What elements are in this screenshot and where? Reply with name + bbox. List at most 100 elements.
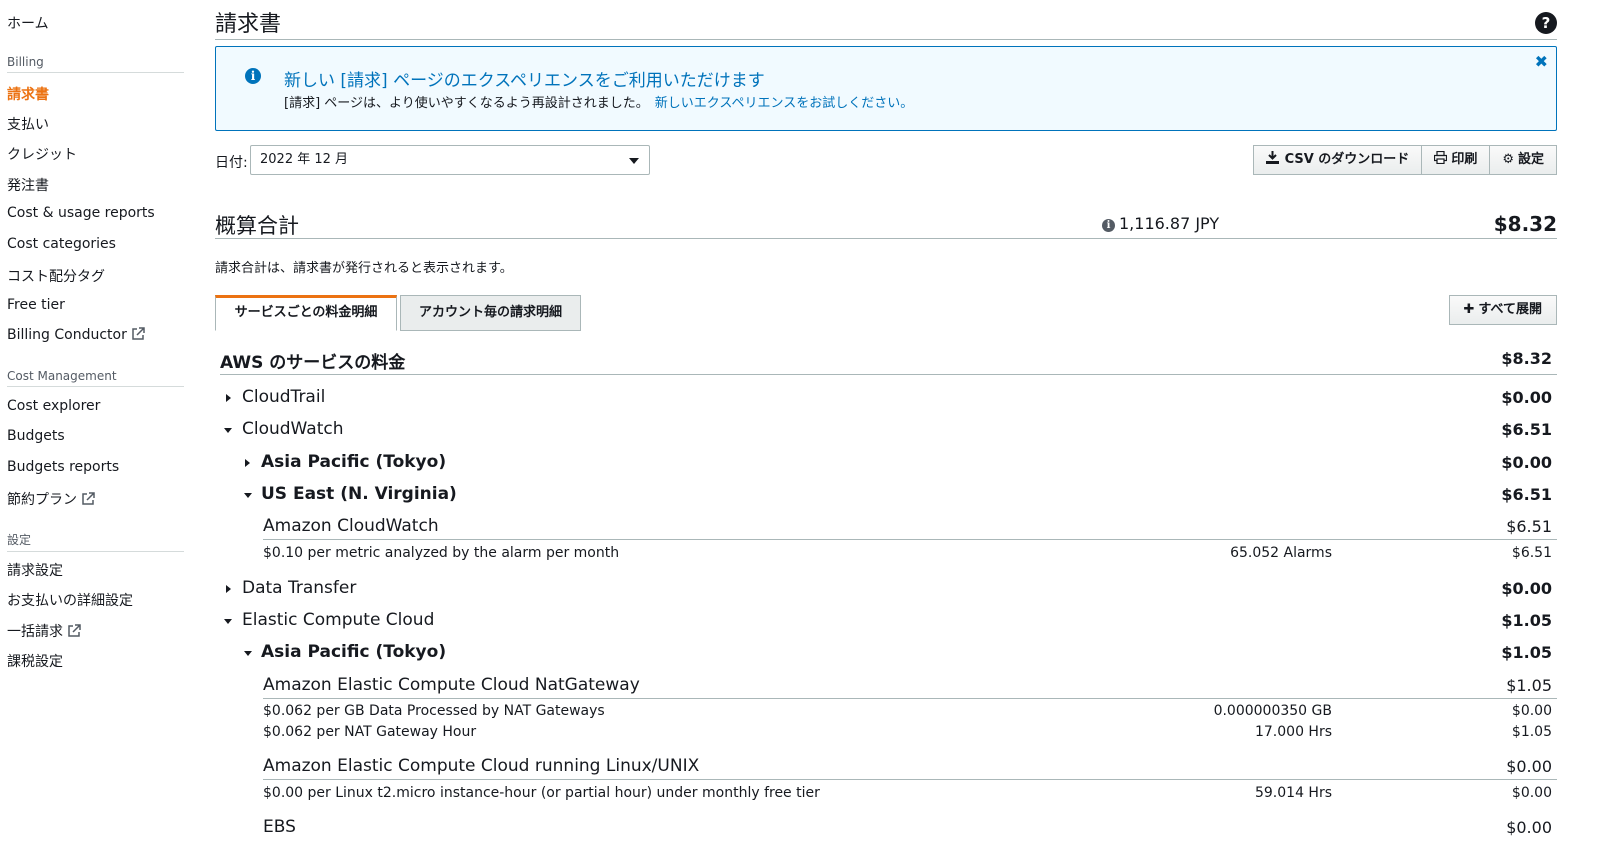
total-usd: $8.32 (1493, 212, 1557, 236)
total-note: 請求合計は、請求書が発行されると表示されます。 (215, 261, 513, 276)
sidebar-item-label: Budgets (7, 428, 65, 444)
sidebar-item-label: 課税設定 (7, 654, 63, 670)
toolbar-buttons: CSV のダウンロード 印刷 ⚙ 設定 (1252, 145, 1557, 175)
try-new-experience-link[interactable]: 新しいエクスペリエンスをお試しください。 (655, 96, 913, 111)
service-label: CloudTrail (242, 387, 326, 407)
sidebar-item-label: 一括請求 (7, 624, 63, 640)
external-link-icon (82, 492, 95, 505)
banner-text: [請求] ページは、より使いやすくなるよう再設計されました。 新しいエクスペリエン… (284, 92, 913, 111)
sidebar-item-payment-preferences[interactable]: お支払いの詳細設定 (7, 590, 133, 610)
banner-message: [請求] ページは、より使いやすくなるよう再設計されました。 (284, 96, 649, 111)
total-jpy: i 1,116.87 JPY (1102, 214, 1219, 233)
sidebar-section-settings: 設定 (7, 531, 184, 552)
divider (215, 238, 1557, 239)
line-item-amount: $0.00 (1511, 785, 1552, 801)
caret-right-icon (245, 459, 250, 467)
caret-right-icon (226, 585, 231, 593)
caret-down-icon (244, 493, 252, 498)
sidebar-item-billing-conductor[interactable]: Billing Conductor (7, 327, 145, 343)
help-icon[interactable]: ? (1535, 12, 1557, 34)
sidebar-item-savings-plans[interactable]: 節約プラン (7, 489, 95, 509)
date-label: 日付: (215, 155, 248, 171)
sidebar-item-label: 支払い (7, 117, 49, 133)
chevron-down-icon (629, 158, 639, 164)
caret-down-icon (224, 428, 232, 433)
sidebar-item-cost-allocation-tags[interactable]: コスト配分タグ (7, 266, 105, 286)
line-item-quantity: 17.000 Hrs (1254, 724, 1332, 740)
sidebar-item-label: お支払いの詳細設定 (7, 593, 133, 609)
sidebar-item-cost-explorer[interactable]: Cost explorer (7, 398, 100, 414)
print-icon (1434, 151, 1448, 164)
line-item-amount: $6.51 (1511, 545, 1552, 561)
divider (263, 779, 1557, 780)
service-amount: $1.05 (1501, 611, 1552, 630)
info-icon[interactable]: i (1102, 219, 1115, 232)
settings-label: 設定 (1517, 152, 1544, 167)
plus-icon: ✚ (1463, 302, 1475, 317)
line-item-quantity: 59.014 Hrs (1254, 785, 1332, 801)
csv-download-button[interactable]: CSV のダウンロード (1252, 145, 1423, 175)
expand-all-label: すべて展開 (1478, 302, 1542, 317)
sidebar-item-cost-categories[interactable]: Cost categories (7, 236, 116, 252)
info-banner: i 新しい [請求] ページのエクスペリエンスをご利用いただけます [請求] ペ… (215, 46, 1557, 131)
sidebar-item-label: Cost categories (7, 236, 116, 252)
product-amount: $6.51 (1506, 517, 1552, 536)
sidebar-item-tax-settings[interactable]: 課税設定 (7, 651, 63, 671)
print-button[interactable]: 印刷 (1422, 145, 1491, 175)
sidebar-section-cost-management: Cost Management (7, 369, 184, 387)
product-label: Amazon Elastic Compute Cloud NatGateway (263, 675, 640, 695)
date-select[interactable]: 2022 年 12 月 (250, 145, 650, 175)
banner-title: 新しい [請求] ページのエクスペリエンスをご利用いただけます (284, 71, 765, 91)
service-amount: $0.00 (1501, 579, 1552, 598)
date-select-value: 2022 年 12 月 (260, 152, 349, 167)
sidebar-item-consolidated-billing[interactable]: 一括請求 (7, 621, 81, 641)
charges-header-label: AWS のサービスの料金 (220, 353, 406, 373)
caret-down-icon (244, 651, 252, 656)
gear-icon: ⚙ (1502, 152, 1514, 167)
sidebar-item-purchase-orders[interactable]: 発注書 (7, 175, 49, 195)
service-amount: $6.51 (1501, 420, 1552, 439)
sidebar-item-label: Free tier (7, 297, 65, 313)
region-amount: $0.00 (1501, 453, 1552, 472)
service-label: CloudWatch (242, 419, 344, 439)
line-item-label: $0.062 per GB Data Processed by NAT Gate… (263, 703, 605, 719)
caret-right-icon (226, 394, 231, 402)
sidebar-item-credits[interactable]: クレジット (7, 144, 77, 164)
main-content: 請求書 ? i 新しい [請求] ページのエクスペリエンスをご利用いただけます … (215, 0, 1557, 855)
tab-charges-by-account[interactable]: アカウント毎の請求明細 (400, 295, 581, 331)
sidebar-item-free-tier[interactable]: Free tier (7, 297, 65, 313)
divider (263, 698, 1557, 699)
sidebar-item-cost-usage-reports[interactable]: Cost & usage reports (7, 205, 155, 221)
sidebar-item-label: クレジット (7, 147, 77, 163)
region-label: Asia Pacific (Tokyo) (261, 452, 447, 472)
product-amount: $0.00 (1506, 757, 1552, 776)
sidebar-item-home[interactable]: ホーム (7, 13, 49, 33)
line-item-quantity: 0.000000350 GB (1213, 703, 1332, 719)
close-icon[interactable]: ✖ (1535, 52, 1548, 71)
sidebar-section-billing: Billing (7, 55, 184, 73)
external-link-icon (132, 327, 145, 340)
sidebar-item-label: Billing Conductor (7, 327, 127, 343)
region-label: US East (N. Virginia) (261, 484, 457, 504)
sidebar-item-budgets-reports[interactable]: Budgets reports (7, 459, 119, 475)
tab-charges-by-service[interactable]: サービスごとの料金明細 (215, 295, 397, 331)
region-label: Asia Pacific (Tokyo) (261, 642, 447, 662)
sidebar-item-billing-preferences[interactable]: 請求設定 (7, 560, 63, 580)
divider (263, 539, 1557, 540)
download-icon (1265, 151, 1279, 164)
expand-all-button[interactable]: ✚ すべて展開 (1448, 295, 1557, 325)
settings-button[interactable]: ⚙ 設定 (1490, 145, 1557, 175)
product-amount: $0.00 (1506, 818, 1552, 837)
sidebar-item-budgets[interactable]: Budgets (7, 428, 65, 444)
divider (215, 39, 1557, 40)
sidebar-item-label: 請求書 (7, 87, 49, 103)
divider (220, 374, 1557, 375)
product-amount: $1.05 (1506, 676, 1552, 695)
charges-header-amount: $8.32 (1501, 349, 1552, 368)
sidebar-item-label: Cost explorer (7, 398, 101, 414)
sidebar-item-bills[interactable]: 請求書 (7, 84, 49, 104)
sidebar-item-payments[interactable]: 支払い (7, 114, 49, 134)
product-label: Amazon Elastic Compute Cloud running Lin… (263, 756, 700, 776)
sidebar-item-label: Budgets reports (7, 459, 120, 475)
info-icon: i (245, 68, 261, 84)
